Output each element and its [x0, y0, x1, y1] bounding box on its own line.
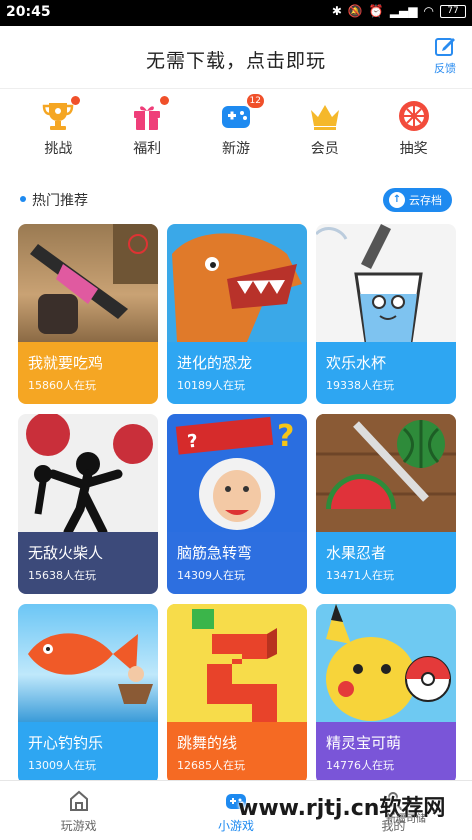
cloud-save-label: 云存档	[409, 194, 442, 207]
nav-item-welfare[interactable]: 福利	[117, 92, 177, 174]
game-players: 13471人在玩	[326, 569, 394, 582]
game-players: 13009人在玩	[28, 759, 96, 772]
game-title: 精灵宝可萌	[326, 734, 402, 752]
status-time: 20:45	[6, 4, 51, 20]
game-players: 14776人在玩	[326, 759, 394, 772]
divider	[0, 88, 472, 89]
quick-nav: 挑战 福利 12 新游 会员 抽奖	[0, 92, 472, 174]
watermark-sub: 新疆司储	[386, 814, 426, 825]
svg-text:?: ?	[277, 419, 294, 454]
nav-label: 新游	[221, 141, 250, 157]
game-thumbnail: ? ?	[167, 414, 307, 532]
game-title: 欢乐水杯	[326, 354, 387, 372]
feedback-button[interactable]: 反馈	[430, 34, 460, 76]
trophy-icon	[40, 96, 81, 134]
nav-label: 挑战	[44, 141, 73, 157]
game-card[interactable]: ? ? 脑筋急转弯 14309人在玩	[167, 414, 307, 594]
game-players: 15860人在玩	[28, 379, 96, 392]
gamepad-icon: 12	[218, 94, 264, 134]
feedback-label: 反馈	[434, 62, 456, 75]
game-info: 脑筋急转弯 14309人在玩	[167, 532, 307, 594]
cloud-save-button[interactable]: ↑ 云存档	[383, 188, 452, 212]
game-card[interactable]: 跳舞的线 12685人在玩	[167, 604, 307, 784]
tab-label: 玩游戏	[60, 819, 97, 833]
svg-text:?: ?	[186, 431, 199, 453]
game-info: 跳舞的线 12685人在玩	[167, 722, 307, 784]
game-title: 开心钓钓乐	[28, 734, 104, 752]
bluetooth-icon: ✱	[331, 4, 342, 18]
game-info: 开心钓钓乐 13009人在玩	[18, 722, 158, 784]
game-players: 14309人在玩	[177, 569, 245, 582]
nav-label: 会员	[310, 141, 339, 157]
game-card[interactable]: 无敌火柴人 15638人在玩	[18, 414, 158, 594]
header: 无需下载，点击即玩 反馈	[0, 26, 472, 88]
lottery-wheel-icon	[396, 98, 432, 134]
game-title: 我就要吃鸡	[28, 354, 104, 372]
section-title: 热门推荐	[32, 193, 88, 209]
alarm-icon: ⏰	[368, 4, 384, 18]
section-header: 热门推荐 ↑ 云存档	[0, 184, 472, 214]
game-card[interactable]: 水果忍者 13471人在玩	[316, 414, 456, 594]
game-thumbnail	[316, 224, 456, 342]
nav-item-challenge[interactable]: 挑战	[28, 92, 88, 174]
game-thumbnail	[316, 414, 456, 532]
nav-item-lottery[interactable]: 抽奖	[384, 92, 444, 174]
nav-label: 抽奖	[399, 141, 428, 157]
game-info: 精灵宝可萌 14776人在玩	[316, 722, 456, 784]
game-card[interactable]: 精灵宝可萌 14776人在玩	[316, 604, 456, 784]
edit-icon	[435, 38, 455, 56]
game-card[interactable]: 欢乐水杯 19338人在玩	[316, 224, 456, 404]
home-icon	[67, 789, 91, 813]
battery-icon: 77	[440, 4, 466, 18]
game-card[interactable]: 进化的恐龙 10189人在玩	[167, 224, 307, 404]
status-icons: ✱ 🔕 ⏰ ▂▄▆ ◠ 77	[332, 4, 466, 18]
notification-dot	[71, 96, 81, 105]
wifi-icon: ◠	[423, 4, 434, 18]
game-thumbnail	[167, 604, 307, 722]
mute-icon: 🔕	[347, 4, 363, 18]
upload-icon: ↑	[389, 192, 405, 208]
notification-dot	[160, 96, 170, 105]
game-players: 15638人在玩	[28, 569, 96, 582]
section-marker	[20, 196, 26, 202]
game-info: 进化的恐龙 10189人在玩	[167, 342, 307, 404]
game-info: 我就要吃鸡 15860人在玩	[18, 342, 158, 404]
game-info: 欢乐水杯 19338人在玩	[316, 342, 456, 404]
game-players: 10189人在玩	[177, 379, 245, 392]
game-grid: 我就要吃鸡 15860人在玩 进化的恐龙 10189人在玩 欢乐水杯 19338…	[18, 224, 456, 784]
game-card[interactable]: 开心钓钓乐 13009人在玩	[18, 604, 158, 784]
crown-icon	[307, 98, 343, 134]
game-thumbnail	[167, 224, 307, 342]
game-title: 无敌火柴人	[28, 544, 104, 562]
status-bar: 20:45 ✱ 🔕 ⏰ ▂▄▆ ◠ 77	[0, 0, 472, 26]
game-title: 脑筋急转弯	[177, 544, 253, 562]
nav-item-new-games[interactable]: 12 新游	[206, 92, 266, 174]
signal-icon: ▂▄▆	[389, 4, 418, 18]
game-card[interactable]: 我就要吃鸡 15860人在玩	[18, 224, 158, 404]
page-title: 无需下载，点击即玩	[145, 50, 326, 72]
game-thumbnail	[316, 604, 456, 722]
game-info: 无敌火柴人 15638人在玩	[18, 532, 158, 594]
new-games-count-badge: 12	[246, 94, 264, 108]
game-players: 19338人在玩	[326, 379, 394, 392]
game-title: 进化的恐龙	[177, 354, 253, 372]
game-title: 水果忍者	[326, 544, 387, 562]
game-thumbnail	[18, 414, 158, 532]
game-info: 水果忍者 13471人在玩	[316, 532, 456, 594]
nav-label: 福利	[133, 141, 162, 157]
gift-icon	[129, 96, 170, 134]
game-thumbnail	[18, 224, 158, 342]
game-players: 12685人在玩	[177, 759, 245, 772]
nav-item-membership[interactable]: 会员	[295, 92, 355, 174]
game-thumbnail	[18, 604, 158, 722]
tab-play-games[interactable]: 玩游戏	[0, 781, 157, 840]
game-title: 跳舞的线	[177, 734, 238, 752]
